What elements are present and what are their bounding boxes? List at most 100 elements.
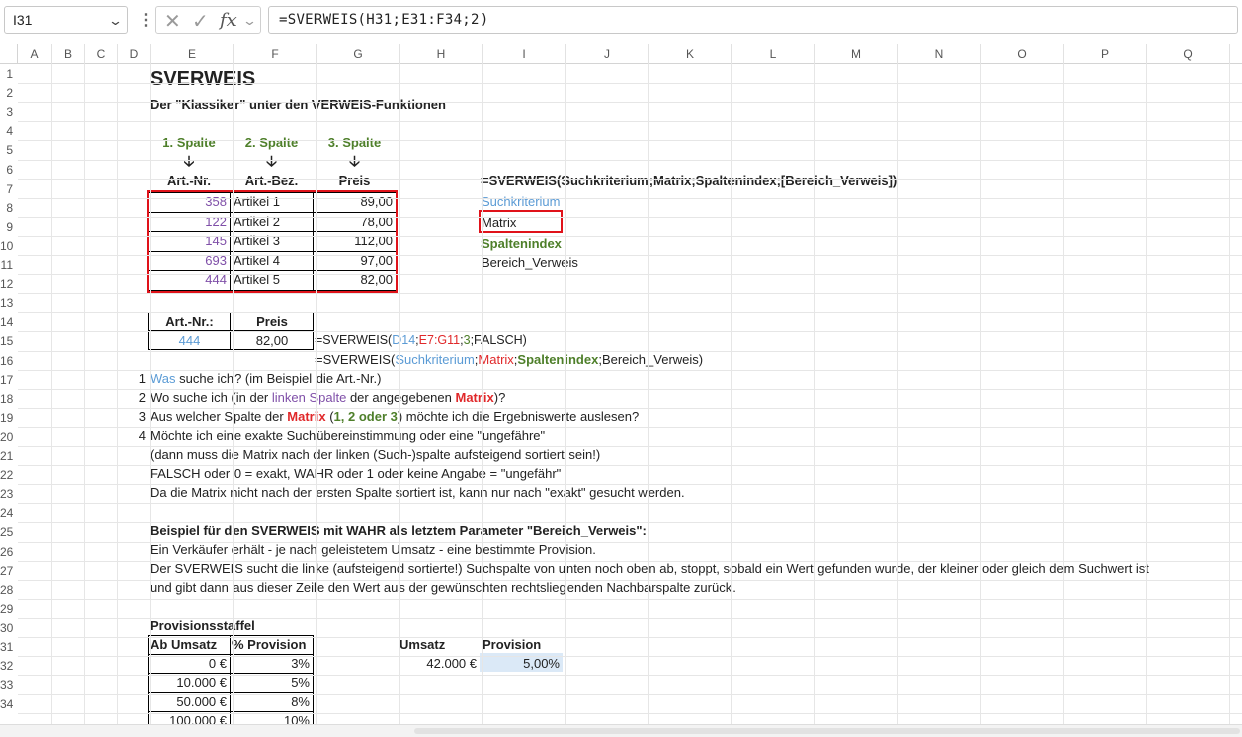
scrollbar-thumb[interactable] — [414, 728, 1240, 734]
confirm-icon[interactable]: ✓ — [192, 9, 209, 34]
grid-line — [18, 351, 1242, 352]
grid-line — [18, 255, 1242, 256]
column-header[interactable]: A — [18, 44, 52, 64]
formula-actions: ✕ ✓ fx ⌄ — [155, 6, 261, 34]
arg-spaltenindex: Spaltenindex — [481, 236, 562, 251]
lookup-header-nr: Art.-Nr.: — [165, 314, 214, 329]
column-headers: ABCDEFGHIJKLMNOPQ — [18, 44, 1242, 64]
row-header[interactable]: 11 — [0, 258, 18, 272]
grid-line — [18, 618, 1242, 619]
chevron-down-icon[interactable]: ⌄ — [108, 13, 123, 29]
column-header[interactable]: O — [981, 44, 1064, 64]
column-header[interactable]: F — [234, 44, 317, 64]
step-number: 2 — [138, 390, 146, 405]
staffel-title: Provisionsstaffel — [150, 618, 255, 633]
step-part: Was — [150, 371, 176, 386]
row-header[interactable]: 33 — [0, 678, 18, 692]
name-box[interactable]: I31 ⌄ — [4, 6, 128, 34]
arg-suchkriterium: Suchkriterium — [481, 194, 561, 209]
grid-line — [18, 389, 1242, 390]
row-header[interactable]: 3 — [0, 105, 18, 119]
row-header[interactable]: 9 — [0, 220, 18, 234]
row-header[interactable]: 28 — [0, 583, 18, 597]
row-header[interactable]: 32 — [0, 659, 18, 673]
row-header[interactable]: 19 — [0, 411, 18, 425]
column-header[interactable]: P — [1064, 44, 1147, 64]
select-all-corner[interactable] — [0, 44, 18, 64]
row-header[interactable]: 21 — [0, 449, 18, 463]
row-header[interactable]: 10 — [0, 239, 18, 253]
formula-part: ;FALSCH) — [470, 333, 527, 347]
row-header[interactable]: 16 — [0, 354, 18, 368]
column-header[interactable]: G — [317, 44, 400, 64]
row-header[interactable]: 7 — [0, 182, 18, 196]
insert-function-icon[interactable]: fx — [220, 10, 237, 31]
cancel-icon[interactable]: ✕ — [164, 9, 181, 34]
row-header[interactable]: 27 — [0, 564, 18, 578]
row-header[interactable]: 12 — [0, 277, 18, 291]
row-header[interactable]: 2 — [0, 86, 18, 100]
worksheet-grid[interactable]: SVERWEIS Der "Klassiker" unter den VERWE… — [18, 64, 1242, 724]
horizontal-scrollbar[interactable] — [0, 724, 1242, 737]
row-header[interactable]: 25 — [0, 525, 18, 539]
chevron-down-icon[interactable]: ⌄ — [242, 13, 257, 29]
name-box-value: I31 — [13, 12, 33, 28]
step-part: linken Spalte — [271, 390, 347, 405]
row-header[interactable]: 6 — [0, 163, 18, 177]
staffel-value-umsatz: 50.000 € — [176, 694, 227, 709]
row-header[interactable]: 30 — [0, 621, 18, 635]
grid-line — [1063, 64, 1064, 724]
step-part: Aus welcher Spalte der — [150, 409, 288, 424]
lookup-preis-value: 82,00 — [255, 333, 289, 348]
column-header[interactable]: K — [649, 44, 732, 64]
grid-line — [18, 370, 1242, 371]
grid-line — [18, 675, 1242, 676]
row-header[interactable]: 24 — [0, 506, 18, 520]
row-header[interactable]: 26 — [0, 545, 18, 559]
column-header[interactable]: N — [898, 44, 981, 64]
grid-line — [731, 64, 732, 724]
row-header[interactable]: 22 — [0, 468, 18, 482]
column-header[interactable]: L — [732, 44, 815, 64]
column-header[interactable]: I — [483, 44, 566, 64]
row-header[interactable]: 1 — [0, 67, 18, 81]
column-header[interactable]: B — [52, 44, 85, 64]
row-header[interactable]: 29 — [0, 602, 18, 616]
row-header[interactable]: 14 — [0, 315, 18, 329]
formula-input[interactable]: =SVERWEIS(H31;E31:F34;2) — [268, 6, 1238, 34]
column-header[interactable]: D — [118, 44, 151, 64]
grid-line — [18, 694, 1242, 695]
table-header-preis: Preis — [338, 173, 371, 188]
column-header[interactable]: H — [400, 44, 483, 64]
formula-part: Spaltenindex — [517, 352, 599, 367]
step-part: Matrix — [455, 390, 494, 405]
formula-part: Suchkriterium — [395, 352, 475, 367]
column-header[interactable]: M — [815, 44, 898, 64]
grid-line — [18, 179, 1242, 180]
staffel-value-prov: 10% — [283, 713, 310, 724]
row-header[interactable]: 20 — [0, 430, 18, 444]
grid-line — [18, 293, 1242, 294]
column-header[interactable]: J — [566, 44, 649, 64]
matrix-label-highlight — [479, 210, 563, 233]
row-header[interactable]: 15 — [0, 334, 18, 348]
column-header[interactable]: Q — [1147, 44, 1230, 64]
row-header[interactable]: 13 — [0, 296, 18, 310]
row-header[interactable]: 31 — [0, 640, 18, 654]
more-options-icon[interactable]: ⋮ — [138, 10, 154, 30]
lookup-header-preis: Preis — [256, 314, 288, 329]
column-header[interactable]: C — [85, 44, 118, 64]
staffel-value-prov: 8% — [291, 694, 310, 709]
row-header[interactable]: 4 — [0, 124, 18, 138]
grid-line — [18, 102, 1242, 103]
grid-line — [316, 64, 317, 724]
row-header[interactable]: 23 — [0, 487, 18, 501]
row-header[interactable]: 17 — [0, 373, 18, 387]
column-header[interactable]: E — [151, 44, 234, 64]
staffel-value-umsatz: 10.000 € — [176, 675, 227, 690]
row-header[interactable]: 34 — [0, 697, 18, 711]
example-line: Ein Verkäufer erhält - je nach geleistet… — [150, 542, 596, 557]
row-header[interactable]: 8 — [0, 201, 18, 215]
row-header[interactable]: 18 — [0, 392, 18, 406]
row-header[interactable]: 5 — [0, 143, 18, 157]
